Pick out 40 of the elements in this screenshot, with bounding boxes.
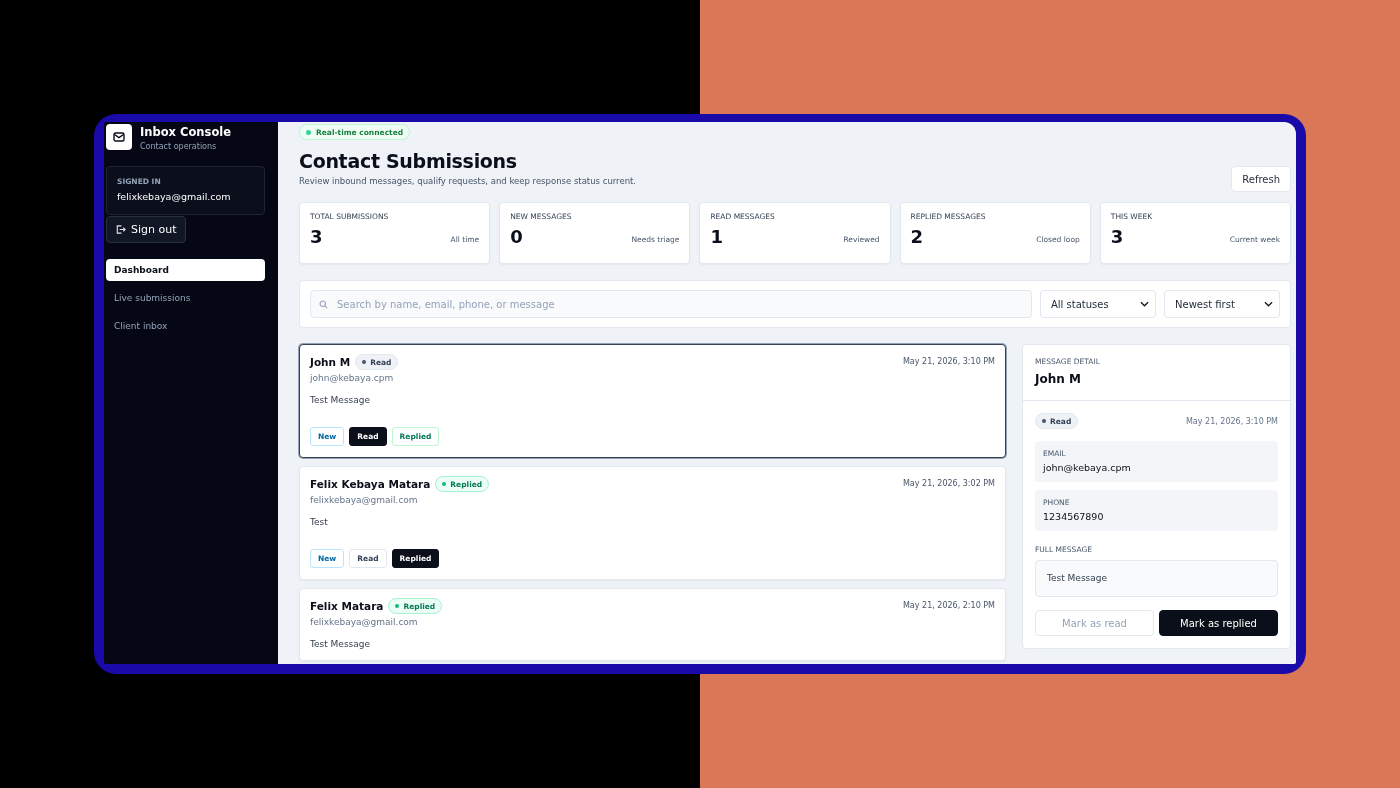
timestamp: May 21, 2026, 3:02 PM [902, 479, 995, 488]
page-subtitle: Review inbound messages, qualify requests, and keep response status current. [299, 176, 637, 186]
refresh-button[interactable]: Refresh [1231, 166, 1291, 192]
account-email: felixkebaya@gmail.com [117, 191, 232, 202]
stat-value: 1 [710, 226, 723, 247]
dropdown[interactable]: Newest first [1164, 290, 1280, 318]
message-preview: Test Message [310, 639, 372, 649]
exit-icon [115, 224, 126, 235]
dropdown[interactable]: All statuses [1040, 290, 1156, 318]
timestamp: May 21, 2026, 3:10 PM [1185, 416, 1278, 426]
stat-value: 2 [910, 226, 924, 247]
app-subtitle: Contact operations [140, 142, 218, 151]
field-value: john@kebaya.cpm [1043, 462, 1132, 473]
nav-item[interactable]: Client inbox [106, 315, 265, 337]
timestamp: May 21, 2026, 2:10 PM [902, 601, 995, 610]
message-box: Test Message [1035, 560, 1278, 597]
nav-item[interactable]: Dashboard [106, 259, 265, 281]
sender-email: john@kebaya.cpm [310, 373, 395, 383]
message-preview: Test Message [310, 395, 372, 405]
search-field[interactable]: Search by name, email, phone, or message [310, 290, 1032, 318]
action-button[interactable]: Mark as replied [1159, 610, 1278, 636]
nav-item[interactable]: Live submissions [106, 287, 265, 309]
stat-value: 3 [310, 226, 323, 247]
sender-name: Felix Matara [310, 600, 384, 612]
field-value: 1234567890 [1043, 511, 1105, 522]
stat-value: 3 [1110, 226, 1124, 247]
message-preview: Test [310, 517, 329, 527]
sender-name: John M [310, 356, 351, 368]
stat-value: 0 [510, 226, 523, 247]
sender-email: felixkebaya@gmail.com [310, 495, 419, 505]
timestamp: May 21, 2026, 3:10 PM [902, 357, 995, 366]
sender-email: felixkebaya@gmail.com [310, 617, 419, 627]
page-title: Contact Submissions [299, 150, 518, 172]
detail-name: John M [1035, 372, 1082, 386]
app-title: Inbox Console [140, 125, 232, 139]
caret-icon [1140, 301, 1149, 307]
sender-name: Felix Kebaya Matara [310, 478, 431, 490]
caret-icon [1264, 301, 1273, 307]
sign-out-button[interactable]: Sign out [106, 216, 186, 243]
mail-icon [113, 132, 125, 142]
